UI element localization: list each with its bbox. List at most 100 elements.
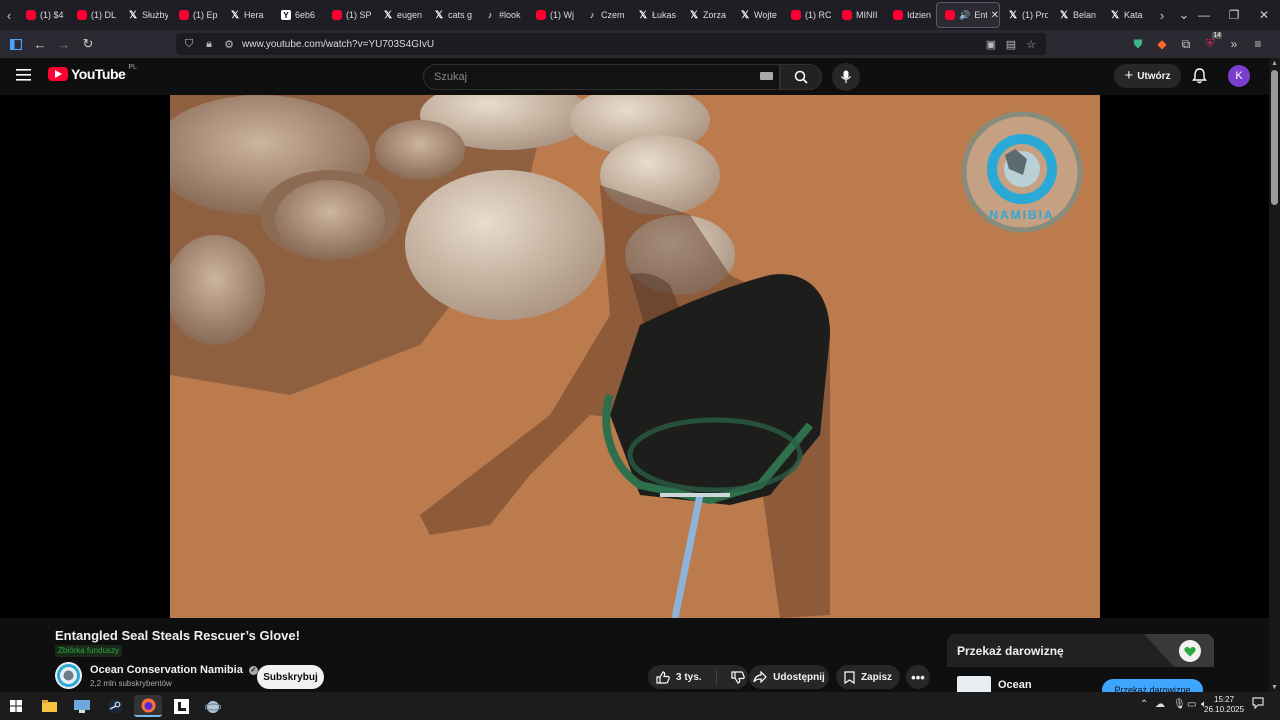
- scroll-up-icon[interactable]: ▲: [1271, 60, 1278, 67]
- ycombinator-favicon-icon: Y: [281, 10, 291, 20]
- browser-tab[interactable]: 𝕏 Belan: [1051, 0, 1102, 30]
- picture-in-picture-icon[interactable]: ▣: [984, 38, 998, 51]
- tab-label: Belan: [1073, 10, 1097, 20]
- url-text[interactable]: www.youtube.com/watch?v=YU703S4GIvU: [242, 39, 434, 50]
- ublock-extension-icon[interactable]: ⛨ 14: [1202, 32, 1222, 52]
- browser-tab[interactable]: 𝕏eugen: [375, 0, 426, 30]
- shield-extension-icon[interactable]: ⛊: [1130, 36, 1146, 52]
- youtube-logo[interactable]: YouTube PL: [48, 64, 137, 82]
- keyboard-icon[interactable]: [760, 72, 773, 80]
- microphone-tray-icon[interactable]: 🎙︎: [1173, 699, 1186, 710]
- browser-tab[interactable]: 𝕏 Łukas: [630, 0, 681, 30]
- reload-icon[interactable]: ↻: [76, 32, 100, 56]
- x-favicon-icon: 𝕏: [1008, 9, 1018, 21]
- overflow-chevron-icon[interactable]: »: [1226, 36, 1242, 52]
- app-menu-icon[interactable]: ≡: [1250, 36, 1266, 52]
- browser-tab[interactable]: MINII: [834, 0, 885, 30]
- account-avatar[interactable]: K: [1228, 65, 1250, 87]
- browser-tab[interactable]: Idzien: [885, 0, 936, 30]
- sidebar-icon[interactable]: [4, 32, 28, 56]
- save-button[interactable]: Zapisz: [836, 665, 900, 689]
- fox-extension-icon[interactable]: ◆: [1154, 36, 1170, 52]
- like-button[interactable]: 3 tys.: [656, 670, 702, 684]
- reader-view-icon[interactable]: ▤: [1004, 38, 1018, 51]
- steam-icon[interactable]: [103, 695, 127, 717]
- notifications-center-icon[interactable]: [1252, 697, 1264, 712]
- scroll-down-icon[interactable]: ▼: [1271, 684, 1278, 691]
- browser-tab[interactable]: 𝕏cats g: [426, 0, 477, 30]
- audio-playing-icon[interactable]: 🔊: [959, 10, 970, 21]
- browser-tab[interactable]: (1) $4: [18, 0, 69, 30]
- donation-heart-icon: [1179, 640, 1201, 662]
- youtube-play-logo-icon: [48, 67, 68, 81]
- subscriber-count: 2,2 mln subskrybentów: [90, 679, 172, 688]
- create-button[interactable]: + Utwórz: [1114, 64, 1181, 88]
- channel-name-text[interactable]: Ocean Conservation Namibia: [90, 664, 243, 676]
- show-hidden-icons-icon[interactable]: ⌃: [1140, 699, 1148, 710]
- onedrive-cloud-icon[interactable]: ☁: [1155, 699, 1165, 710]
- file-explorer-icon[interactable]: [37, 695, 61, 717]
- tab-label: (1) $4: [40, 10, 64, 20]
- like-count: 3 tys.: [676, 671, 702, 683]
- back-icon[interactable]: ←: [28, 32, 52, 56]
- notes-app-icon[interactable]: [169, 695, 193, 717]
- browser-tab[interactable]: 𝕏 Służby: [120, 0, 171, 30]
- browser-tab[interactable]: (1) DL: [69, 0, 120, 30]
- notifications-bell-icon[interactable]: [1192, 68, 1207, 84]
- firefox-taskbar-icon[interactable]: [134, 695, 162, 717]
- fundraiser-badge[interactable]: Zbiórka funduszy: [55, 645, 122, 657]
- thumbs-down-icon: [730, 670, 745, 684]
- hamburger-menu-icon[interactable]: [16, 68, 32, 82]
- restore-icon[interactable]: ❐: [1218, 0, 1250, 30]
- network-icon[interactable]: ▭: [1187, 699, 1196, 710]
- tracking-protection-icon[interactable]: ⛉: [182, 38, 196, 51]
- subscribe-button[interactable]: Subskrybuj: [257, 665, 324, 689]
- channel-name[interactable]: Ocean Conservation Namibia ✓: [90, 664, 258, 676]
- extensions-puzzle-icon[interactable]: ⧉: [1178, 36, 1194, 52]
- lock-icon[interactable]: 🔒︎: [202, 38, 216, 51]
- clock-date: 26.10.2025: [1204, 705, 1245, 714]
- tabs-scroll-left-icon[interactable]: ‹: [0, 0, 18, 30]
- satellite-app-icon[interactable]: [201, 695, 225, 717]
- browser-tab[interactable]: ♪ Czem: [579, 0, 630, 30]
- browser-tab[interactable]: 𝕏 Wojte: [732, 0, 783, 30]
- microphone-icon: [841, 70, 851, 83]
- dislike-button[interactable]: [730, 670, 745, 684]
- voice-search-button[interactable]: [832, 63, 860, 91]
- search-button[interactable]: [780, 64, 822, 90]
- address-bar[interactable]: ⛉ 🔒︎ ⚙︎ www.youtube.com/watch?v=YU703S4G…: [176, 33, 1046, 55]
- share-button[interactable]: Udostępnij: [749, 665, 829, 689]
- youtube-favicon-icon: [945, 10, 955, 20]
- like-dislike-group: 3 tys.: [648, 665, 748, 689]
- tabs-scroll-right-icon[interactable]: ›: [1153, 0, 1171, 30]
- computer-app-icon[interactable]: [70, 695, 94, 717]
- browser-tab[interactable]: (1) Ep: [171, 0, 222, 30]
- tab-label: 6eb6: [295, 10, 316, 20]
- browser-tab[interactable]: ♪ #look: [477, 0, 528, 30]
- browser-tab[interactable]: Y 6eb6: [273, 0, 324, 30]
- more-actions-icon[interactable]: •••: [906, 665, 930, 689]
- forward-icon[interactable]: →: [52, 32, 76, 56]
- taskbar-clock[interactable]: 15:27 26.10.2025: [1204, 695, 1244, 715]
- youtube-favicon-icon: [179, 10, 189, 20]
- close-window-icon[interactable]: ✕: [1248, 0, 1280, 30]
- search-input[interactable]: Szukaj: [423, 64, 780, 90]
- browser-tab[interactable]: 𝕏 Zorza: [681, 0, 732, 30]
- scrollbar-thumb[interactable]: [1271, 70, 1278, 205]
- browser-tab[interactable]: (1) Wj: [528, 0, 579, 30]
- tab-active[interactable]: 🔊 Ent ✕: [936, 2, 1000, 28]
- browser-tab[interactable]: (1) RC: [783, 0, 834, 30]
- close-tab-icon[interactable]: ✕: [991, 10, 999, 21]
- bookmark-star-icon[interactable]: ☆: [1024, 38, 1038, 51]
- video-frame[interactable]: NAMIBIA: [170, 95, 1100, 618]
- browser-tab[interactable]: 𝕏 Hera: [222, 0, 273, 30]
- permissions-icon[interactable]: ⚙︎: [222, 38, 236, 51]
- minimize-icon[interactable]: —: [1188, 0, 1220, 30]
- browser-tab[interactable]: 𝕏 (1) Pro: [1000, 0, 1051, 30]
- x-favicon-icon: 𝕏: [383, 9, 393, 21]
- channel-avatar[interactable]: [55, 662, 82, 689]
- browser-tab[interactable]: (1) SP: [324, 0, 375, 30]
- windows-start-icon[interactable]: [4, 695, 28, 717]
- tab-label: Hera: [244, 10, 264, 20]
- browser-tab[interactable]: 𝕏 Kata: [1102, 0, 1153, 30]
